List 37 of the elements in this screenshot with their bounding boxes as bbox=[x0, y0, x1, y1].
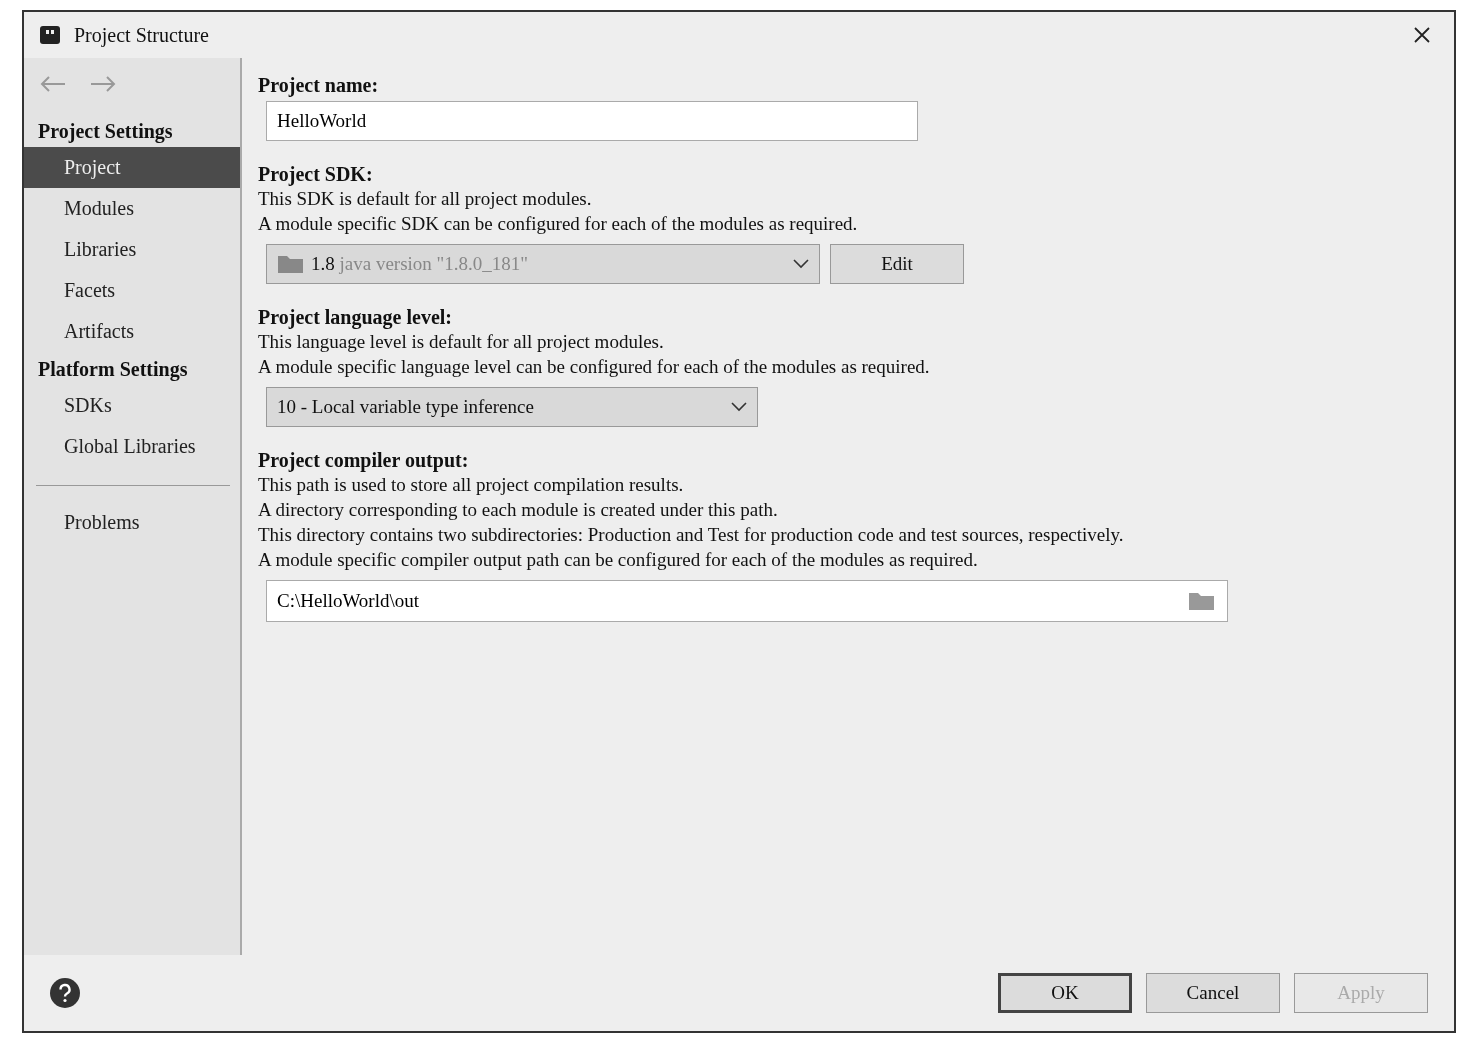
chevron-down-icon bbox=[793, 259, 809, 269]
field-label: Project compiler output: bbox=[258, 449, 470, 472]
project-name-field[interactable]: HelloWorld bbox=[266, 101, 918, 141]
dialog-button[interactable]: OK bbox=[998, 973, 1132, 1013]
description-text: A directory corresponding to each module is created under this path. bbox=[258, 498, 779, 522]
chevron-down-icon bbox=[731, 402, 747, 412]
field-label: Project language level: bbox=[258, 306, 453, 329]
description-text: This directory contains two subdirectories: Production and Test for production code and test sources, respectively. bbox=[258, 523, 1125, 547]
field-label: Project name: bbox=[258, 74, 380, 97]
dialog-button[interactable]: Cancel bbox=[1146, 973, 1280, 1013]
description-text: This SDK is default for all project modules. bbox=[258, 187, 593, 211]
edit-button[interactable]: Edit bbox=[830, 244, 964, 284]
language-level-dropdown[interactable]: 10 - Local variable type inference bbox=[266, 387, 758, 427]
sidebar-item[interactable]: Project bbox=[24, 147, 240, 188]
sdk-dropdown[interactable]: 1.8 java version "1.8.0_181" bbox=[266, 244, 820, 284]
output-path-field[interactable]: C:\HelloWorld\out bbox=[266, 580, 1228, 622]
help-icon[interactable] bbox=[50, 978, 80, 1008]
app-icon bbox=[38, 23, 62, 47]
description-text: A module specific compiler output path can be configured for each of the modules as required. bbox=[258, 548, 979, 572]
description-text: A module specific language level can be configured for each of the modules as required. bbox=[258, 355, 931, 379]
description-text: This language level is default for all project modules. bbox=[258, 330, 665, 354]
description-text: A module specific SDK can be configured for each of the modules as required. bbox=[258, 212, 859, 236]
folder-icon bbox=[1188, 590, 1216, 612]
sidebar-item[interactable]: Problems bbox=[24, 502, 240, 543]
sidebar-item[interactable]: SDKs bbox=[24, 385, 240, 426]
close-icon[interactable] bbox=[1414, 27, 1430, 43]
section-header: Platform Settings bbox=[37, 357, 189, 383]
sidebar-item[interactable]: Facets bbox=[24, 270, 240, 311]
description-text: This path is used to store all project compilation results. bbox=[258, 473, 685, 497]
section-header: Project Settings bbox=[37, 119, 174, 145]
folder-icon bbox=[277, 253, 305, 275]
sidebar-item[interactable]: Global Libraries bbox=[24, 426, 240, 467]
field-label: Project SDK: bbox=[258, 163, 374, 186]
sidebar-item[interactable]: Modules bbox=[24, 188, 240, 229]
window-title: Project Structure bbox=[74, 23, 210, 47]
sidebar-item[interactable]: Libraries bbox=[24, 229, 240, 270]
sidebar-item[interactable]: Artifacts bbox=[24, 311, 240, 352]
